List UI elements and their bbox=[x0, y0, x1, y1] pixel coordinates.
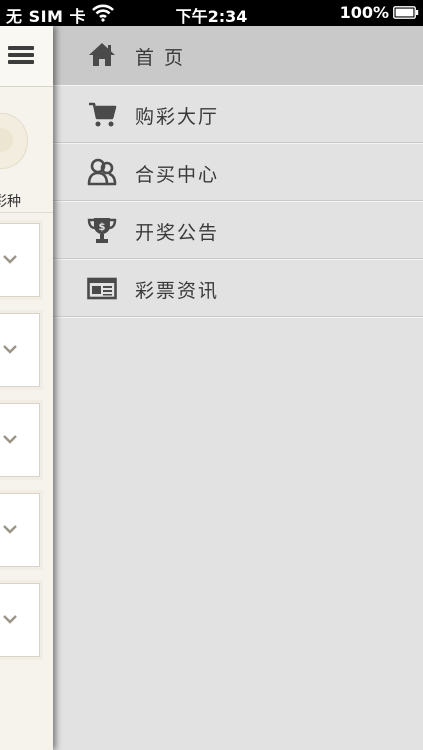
lottery-card[interactable] bbox=[0, 403, 40, 477]
main-topbar bbox=[0, 26, 53, 87]
menu-item-group-buy[interactable]: 合买中心 bbox=[53, 143, 423, 201]
menu-item-draw-results[interactable]: $ 开奖公告 bbox=[53, 201, 423, 259]
menu-item-label: 首 页 bbox=[135, 47, 186, 69]
lottery-card[interactable] bbox=[0, 493, 40, 567]
chevron-down-icon bbox=[3, 525, 17, 534]
menu-item-label: 合买中心 bbox=[135, 164, 220, 186]
status-bar: 无 SIM 卡 下午2:34 100% bbox=[0, 0, 423, 26]
chevron-down-icon bbox=[3, 435, 17, 444]
lottery-type-label: 彩种 bbox=[0, 194, 21, 210]
svg-text:$: $ bbox=[99, 222, 106, 233]
menu-item-label: 彩票资讯 bbox=[135, 280, 220, 302]
home-icon bbox=[89, 43, 115, 66]
battery-percentage: 100% bbox=[339, 3, 389, 22]
side-menu: 首 页 购彩大厅 合买中心 $ 开奖公告 彩票资讯 bbox=[53, 26, 423, 750]
hamburger-line bbox=[8, 46, 34, 50]
menu-item-home[interactable]: 首 页 bbox=[53, 26, 423, 85]
trophy-icon: $ bbox=[87, 218, 117, 243]
lottery-type-icon[interactable] bbox=[0, 113, 28, 169]
chevron-down-icon bbox=[3, 345, 17, 354]
lottery-card[interactable] bbox=[0, 223, 40, 297]
menu-item-label: 开奖公告 bbox=[135, 222, 220, 244]
menu-item-label: 购彩大厅 bbox=[135, 106, 220, 128]
newspaper-icon bbox=[87, 277, 117, 300]
cart-icon bbox=[89, 102, 117, 127]
chevron-down-icon bbox=[3, 615, 17, 624]
lottery-card[interactable] bbox=[0, 583, 40, 657]
main-page-panel: 彩种 bbox=[0, 26, 53, 750]
users-icon bbox=[87, 158, 117, 186]
hamburger-menu-button[interactable] bbox=[8, 43, 36, 67]
chevron-down-icon bbox=[3, 255, 17, 264]
lottery-card[interactable] bbox=[0, 313, 40, 387]
menu-item-lottery-news[interactable]: 彩票资讯 bbox=[53, 259, 423, 317]
battery-icon bbox=[393, 6, 419, 19]
menu-item-lottery-hall[interactable]: 购彩大厅 bbox=[53, 85, 423, 143]
hamburger-line bbox=[8, 60, 34, 64]
hamburger-line bbox=[8, 53, 34, 57]
divider bbox=[0, 212, 53, 213]
